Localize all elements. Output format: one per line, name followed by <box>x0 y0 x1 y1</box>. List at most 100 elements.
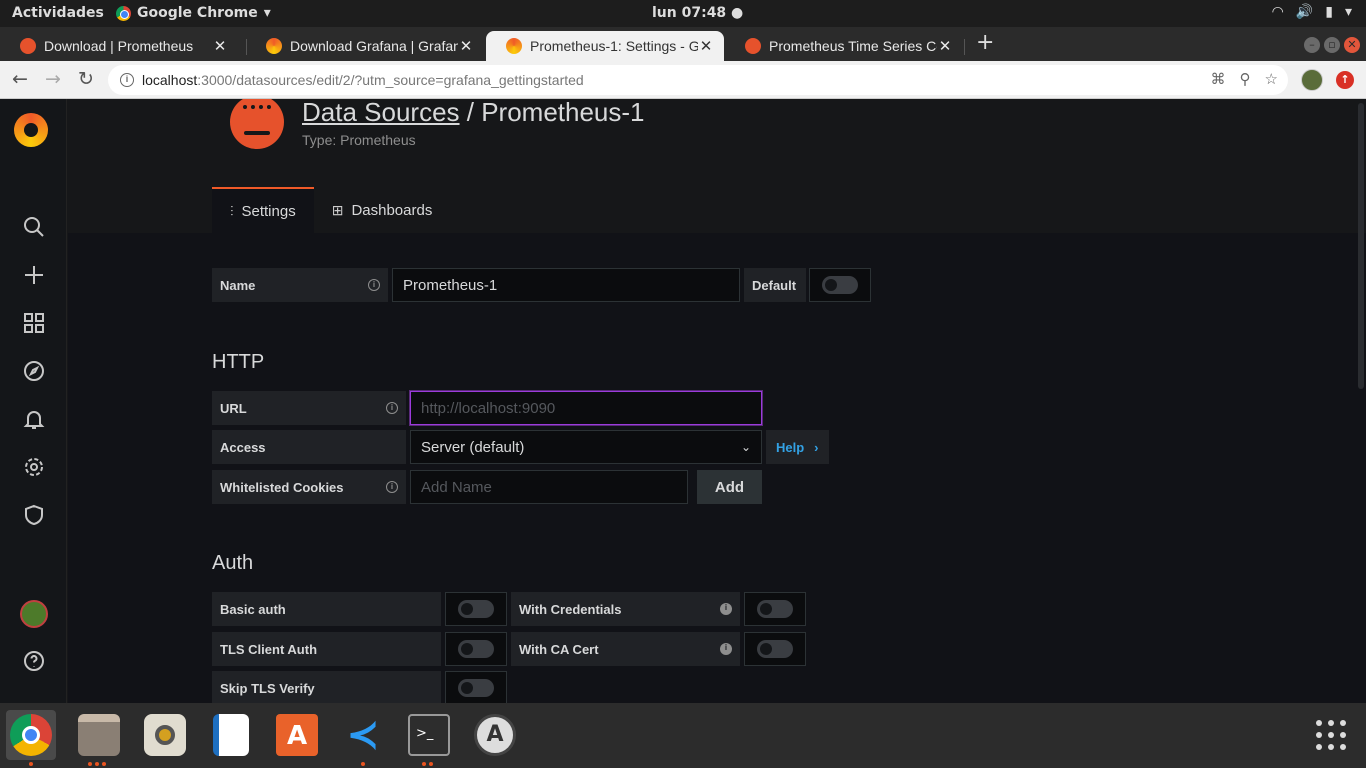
reload-icon[interactable]: ↻ <box>78 68 94 90</box>
shield-icon[interactable] <box>21 503 47 529</box>
new-tab-button[interactable]: + <box>976 30 994 55</box>
toggle-switch <box>458 679 494 697</box>
show-applications-icon[interactable] <box>1316 720 1346 750</box>
address-bar[interactable]: i localhost:3000/datasources/edit/2/?utm… <box>108 65 1288 95</box>
help-icon[interactable] <box>21 649 47 675</box>
dock-vscode[interactable]: ≺ <box>338 710 388 760</box>
browser-tab[interactable]: Download Grafana | Grafana ✕ <box>246 31 484 61</box>
update-icon[interactable]: ↑ <box>1336 71 1354 89</box>
user-avatar[interactable] <box>20 600 48 628</box>
tab-title: Download | Prometheus <box>44 38 194 54</box>
toggle-switch <box>458 600 494 618</box>
bell-icon[interactable] <box>21 407 47 433</box>
dock-software[interactable]: A <box>272 710 322 760</box>
default-label: Default <box>744 268 806 302</box>
plus-icon[interactable] <box>21 263 47 289</box>
grafana-favicon-icon <box>506 38 522 54</box>
breadcrumb-data-sources[interactable]: Data Sources <box>302 99 460 127</box>
prometheus-favicon-icon <box>20 38 36 54</box>
dock-rhythmbox[interactable] <box>140 710 190 760</box>
toggle-switch <box>757 640 793 658</box>
browser-tab[interactable]: Prometheus Time Series Collection ✕ <box>725 31 963 61</box>
access-select[interactable]: Server (default) ⌄ <box>410 430 762 464</box>
close-icon[interactable]: ✕ <box>212 37 228 55</box>
grafana-favicon-icon <box>266 38 282 54</box>
browser-tab[interactable]: Download | Prometheus ✕ <box>0 31 238 61</box>
name-row: Name i Prometheus-1 Default <box>212 268 871 302</box>
tls-client-auth-toggle[interactable] <box>445 632 507 666</box>
forward-arrow-icon[interactable]: → <box>45 68 61 90</box>
activities-button[interactable]: Actividades <box>12 5 104 21</box>
gear-icon[interactable] <box>21 455 47 481</box>
info-icon[interactable]: i <box>386 481 398 493</box>
info-icon[interactable]: i <box>720 603 732 615</box>
window-close-button[interactable]: ✕ <box>1344 37 1360 53</box>
label-text: Whitelisted Cookies <box>220 479 344 495</box>
translate-icon[interactable]: ⌘ <box>1211 70 1226 88</box>
url-path: :3000/datasources/edit/2/?utm_source=gra… <box>197 72 584 88</box>
dock-updater[interactable]: A <box>470 710 520 760</box>
basic-auth-label: Basic auth <box>212 592 441 626</box>
tab-title: Prometheus Time Series Collection <box>769 38 937 54</box>
app-menu[interactable]: Google Chrome ▾ <box>116 5 271 21</box>
chevron-down-icon: ▾ <box>263 5 271 21</box>
basic-auth-row: Basic auth With Credentials i <box>212 592 806 626</box>
tab-dashboards[interactable]: ⊞ Dashboards <box>314 187 451 233</box>
name-input[interactable]: Prometheus-1 <box>392 268 740 302</box>
tab-title: Download Grafana | Grafana <box>290 38 458 54</box>
url-host: localhost <box>142 72 198 88</box>
minimize-button[interactable]: – <box>1304 37 1320 53</box>
maximize-button[interactable]: ▫ <box>1324 37 1340 53</box>
info-icon[interactable]: i <box>368 279 380 291</box>
clock[interactable]: lun 07:48 ● <box>652 5 743 21</box>
name-label: Name i <box>212 268 388 302</box>
sliders-icon: ⫶ <box>230 202 234 219</box>
system-tray[interactable]: ◠ 🔊 ▮ ▾ <box>1272 4 1352 20</box>
default-toggle[interactable] <box>809 268 871 302</box>
files-icon <box>78 714 120 756</box>
with-credentials-toggle[interactable] <box>744 592 806 626</box>
prometheus-logo-icon <box>230 99 284 149</box>
page-scrollbar[interactable] <box>1358 103 1364 389</box>
close-icon[interactable]: ✕ <box>937 37 953 55</box>
browser-tab-active[interactable]: Prometheus-1: Settings - Grafana ✕ <box>486 31 724 61</box>
toggle-switch <box>757 600 793 618</box>
apps-icon: ⊞ <box>331 201 344 218</box>
url-input[interactable]: http://localhost:9090 <box>410 391 762 425</box>
skip-tls-row: Skip TLS Verify <box>212 671 507 703</box>
info-icon[interactable]: i <box>386 402 398 414</box>
dock-files[interactable] <box>74 710 124 760</box>
profile-avatar[interactable] <box>1301 69 1323 91</box>
dock-terminal[interactable]: >_ <box>404 710 454 760</box>
zoom-icon[interactable]: ⚲ <box>1240 70 1251 88</box>
help-button[interactable]: Help › <box>766 430 829 464</box>
back-arrow-icon[interactable]: ← <box>12 68 28 90</box>
compass-icon[interactable] <box>21 359 47 385</box>
close-icon[interactable]: ✕ <box>698 37 714 55</box>
access-value: Server (default) <box>421 438 525 456</box>
grafana-sidenav <box>0 99 67 703</box>
cookies-row: Whitelisted Cookies i Add Name Add <box>212 470 762 504</box>
with-ca-cert-toggle[interactable] <box>744 632 806 666</box>
grafana-logo-icon[interactable] <box>14 113 48 147</box>
url-row: URL i http://localhost:9090 <box>212 391 762 425</box>
prometheus-favicon-icon <box>745 38 761 54</box>
dashboards-icon[interactable] <box>21 311 47 337</box>
tls-client-row: TLS Client Auth With CA Cert i <box>212 632 806 666</box>
clock-text: lun 07:48 <box>652 5 727 21</box>
page-title: Data Sources / Prometheus-1 <box>302 99 645 128</box>
access-label: Access <box>212 430 406 464</box>
basic-auth-toggle[interactable] <box>445 592 507 626</box>
add-cookie-button[interactable]: Add <box>697 470 762 504</box>
info-icon[interactable]: i <box>720 643 732 655</box>
search-icon[interactable] <box>21 215 47 241</box>
info-icon[interactable]: i <box>120 73 134 87</box>
dock-chrome[interactable] <box>6 710 56 760</box>
dock-writer[interactable] <box>206 710 256 760</box>
close-icon[interactable]: ✕ <box>458 37 474 55</box>
skip-tls-verify-toggle[interactable] <box>445 671 507 703</box>
tab-settings[interactable]: ⫶ Settings <box>212 187 314 233</box>
wifi-icon: ◠ <box>1271 4 1284 20</box>
cookie-name-input[interactable]: Add Name <box>410 470 688 504</box>
star-icon[interactable]: ☆ <box>1265 70 1278 88</box>
